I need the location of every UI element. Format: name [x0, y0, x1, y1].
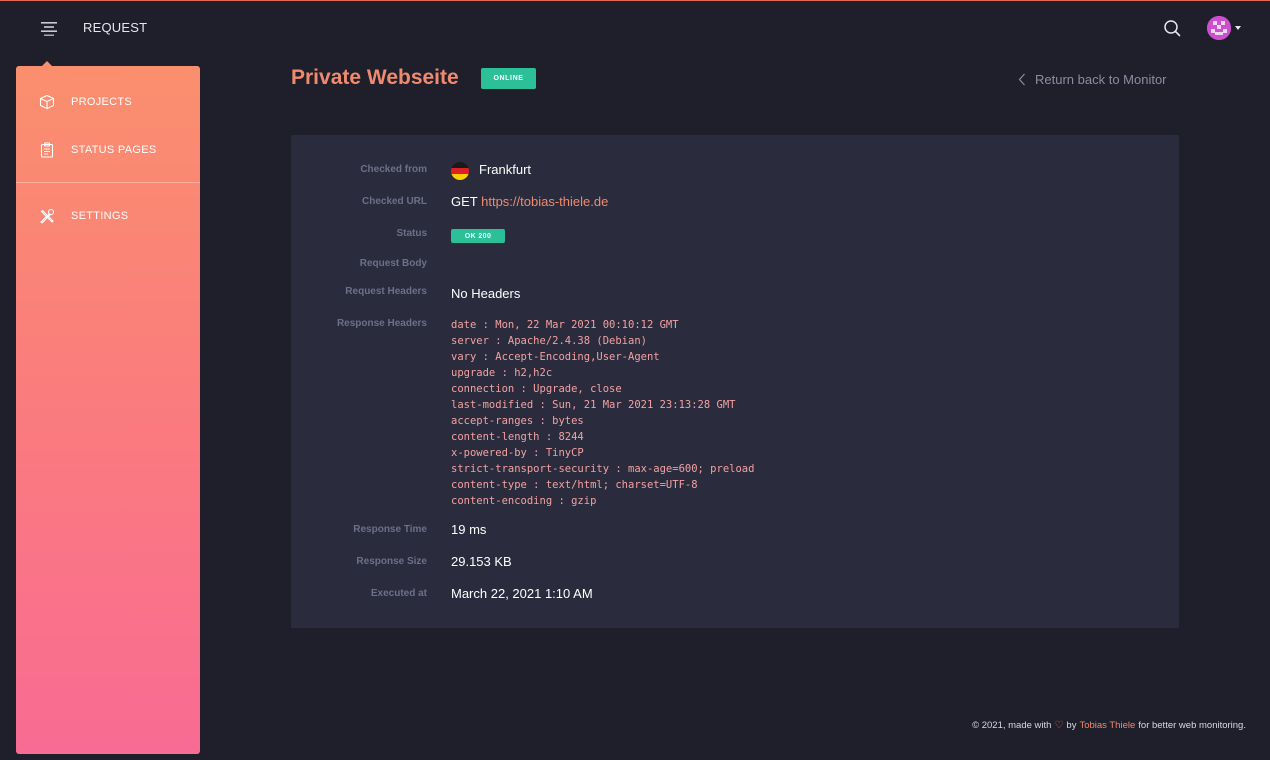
top-bar: REQUEST — [0, 1, 1270, 55]
sidebar-item-projects[interactable]: PROJECTS — [16, 82, 200, 122]
response-header-line: content-length : 8244 — [451, 431, 584, 443]
response-size-value: 29.153 KB — [451, 554, 512, 569]
http-method: GET — [451, 194, 478, 209]
page-title: Private Webseite — [291, 66, 459, 89]
response-header-line: connection : Upgrade, close — [451, 383, 622, 395]
response-header-line: last-modified : Sun, 21 Mar 2021 23:13:2… — [451, 399, 736, 411]
user-menu[interactable] — [1207, 16, 1247, 42]
box-icon — [39, 94, 55, 110]
menu-icon[interactable] — [39, 19, 59, 37]
response-headers-label: Response Headers — [336, 318, 427, 329]
checked-url-link[interactable]: https://tobias-thiele.de — [481, 194, 608, 209]
checked-from-value: Frankfurt — [479, 162, 532, 177]
response-header-line: x-powered-by : TinyCP — [451, 447, 584, 459]
footer-prefix: © 2021, made with — [972, 720, 1052, 731]
http-status-badge: OK 200 — [451, 229, 505, 243]
status-label: Status — [396, 228, 427, 239]
sidebar-item-status-pages[interactable]: STATUS PAGES — [16, 130, 200, 170]
response-header-line: server : Apache/2.4.38 (Debian) — [451, 335, 647, 347]
search-icon[interactable] — [1162, 18, 1182, 38]
heart-icon: ♡ — [1054, 720, 1064, 731]
germany-flag-icon — [451, 162, 469, 180]
footer: © 2021, made with ♡ by Tobias Thiele for… — [972, 720, 1246, 731]
executed-at-value: March 22, 2021 1:10 AM — [451, 586, 593, 601]
executed-at-label: Executed at — [370, 588, 427, 599]
sidebar-item-label: PROJECTS — [71, 96, 133, 108]
response-header-line: vary : Accept-Encoding,User-Agent — [451, 351, 660, 363]
footer-suffix: for better web monitoring. — [1138, 720, 1246, 731]
author-link[interactable]: Tobias Thiele — [1079, 720, 1135, 731]
checked-from-label: Checked from — [360, 164, 427, 175]
tools-icon — [39, 208, 55, 224]
sidebar: PROJECTS STATUS PAGES SETTINGS — [16, 66, 200, 754]
checked-url-value: GET https://tobias-thiele.de — [451, 194, 608, 209]
request-headers-value: No Headers — [451, 286, 521, 301]
clipboard-icon — [39, 142, 55, 158]
response-headers-list: date : Mon, 22 Mar 2021 00:10:12 GMT ser… — [451, 317, 754, 509]
back-link-label: Return back to Monitor — [1035, 71, 1167, 87]
response-header-line: accept-ranges : bytes — [451, 415, 584, 427]
response-size-label: Response Size — [356, 556, 427, 567]
sidebar-item-label: STATUS PAGES — [71, 144, 157, 156]
app-title: REQUEST — [83, 20, 148, 35]
sidebar-item-settings[interactable]: SETTINGS — [16, 196, 200, 236]
chevron-left-icon — [1018, 73, 1025, 85]
response-header-line: content-type : text/html; charset=UTF-8 — [451, 479, 698, 491]
request-headers-label: Request Headers — [345, 286, 427, 297]
status-badge: ONLINE — [481, 68, 536, 89]
response-header-line: upgrade : h2,h2c — [451, 367, 553, 379]
response-time-value: 19 ms — [451, 522, 487, 537]
chevron-down-icon — [1235, 26, 1241, 30]
back-to-monitor-link[interactable]: Return back to Monitor — [1018, 71, 1167, 87]
request-details-card: Checked from Frankfurt Checked URL GET h… — [291, 135, 1179, 628]
footer-by: by — [1066, 720, 1077, 731]
request-body-label: Request Body — [359, 258, 427, 269]
sidebar-divider — [16, 182, 200, 183]
sidebar-item-label: SETTINGS — [71, 210, 129, 222]
response-header-line: strict-transport-security : max-age=600;… — [451, 463, 755, 475]
checked-url-label: Checked URL — [361, 196, 427, 207]
response-header-line: content-encoding : gzip — [451, 495, 597, 507]
response-time-label: Response Time — [353, 524, 427, 535]
response-header-line: date : Mon, 22 Mar 2021 00:10:12 GMT — [451, 319, 679, 331]
avatar — [1207, 16, 1231, 40]
